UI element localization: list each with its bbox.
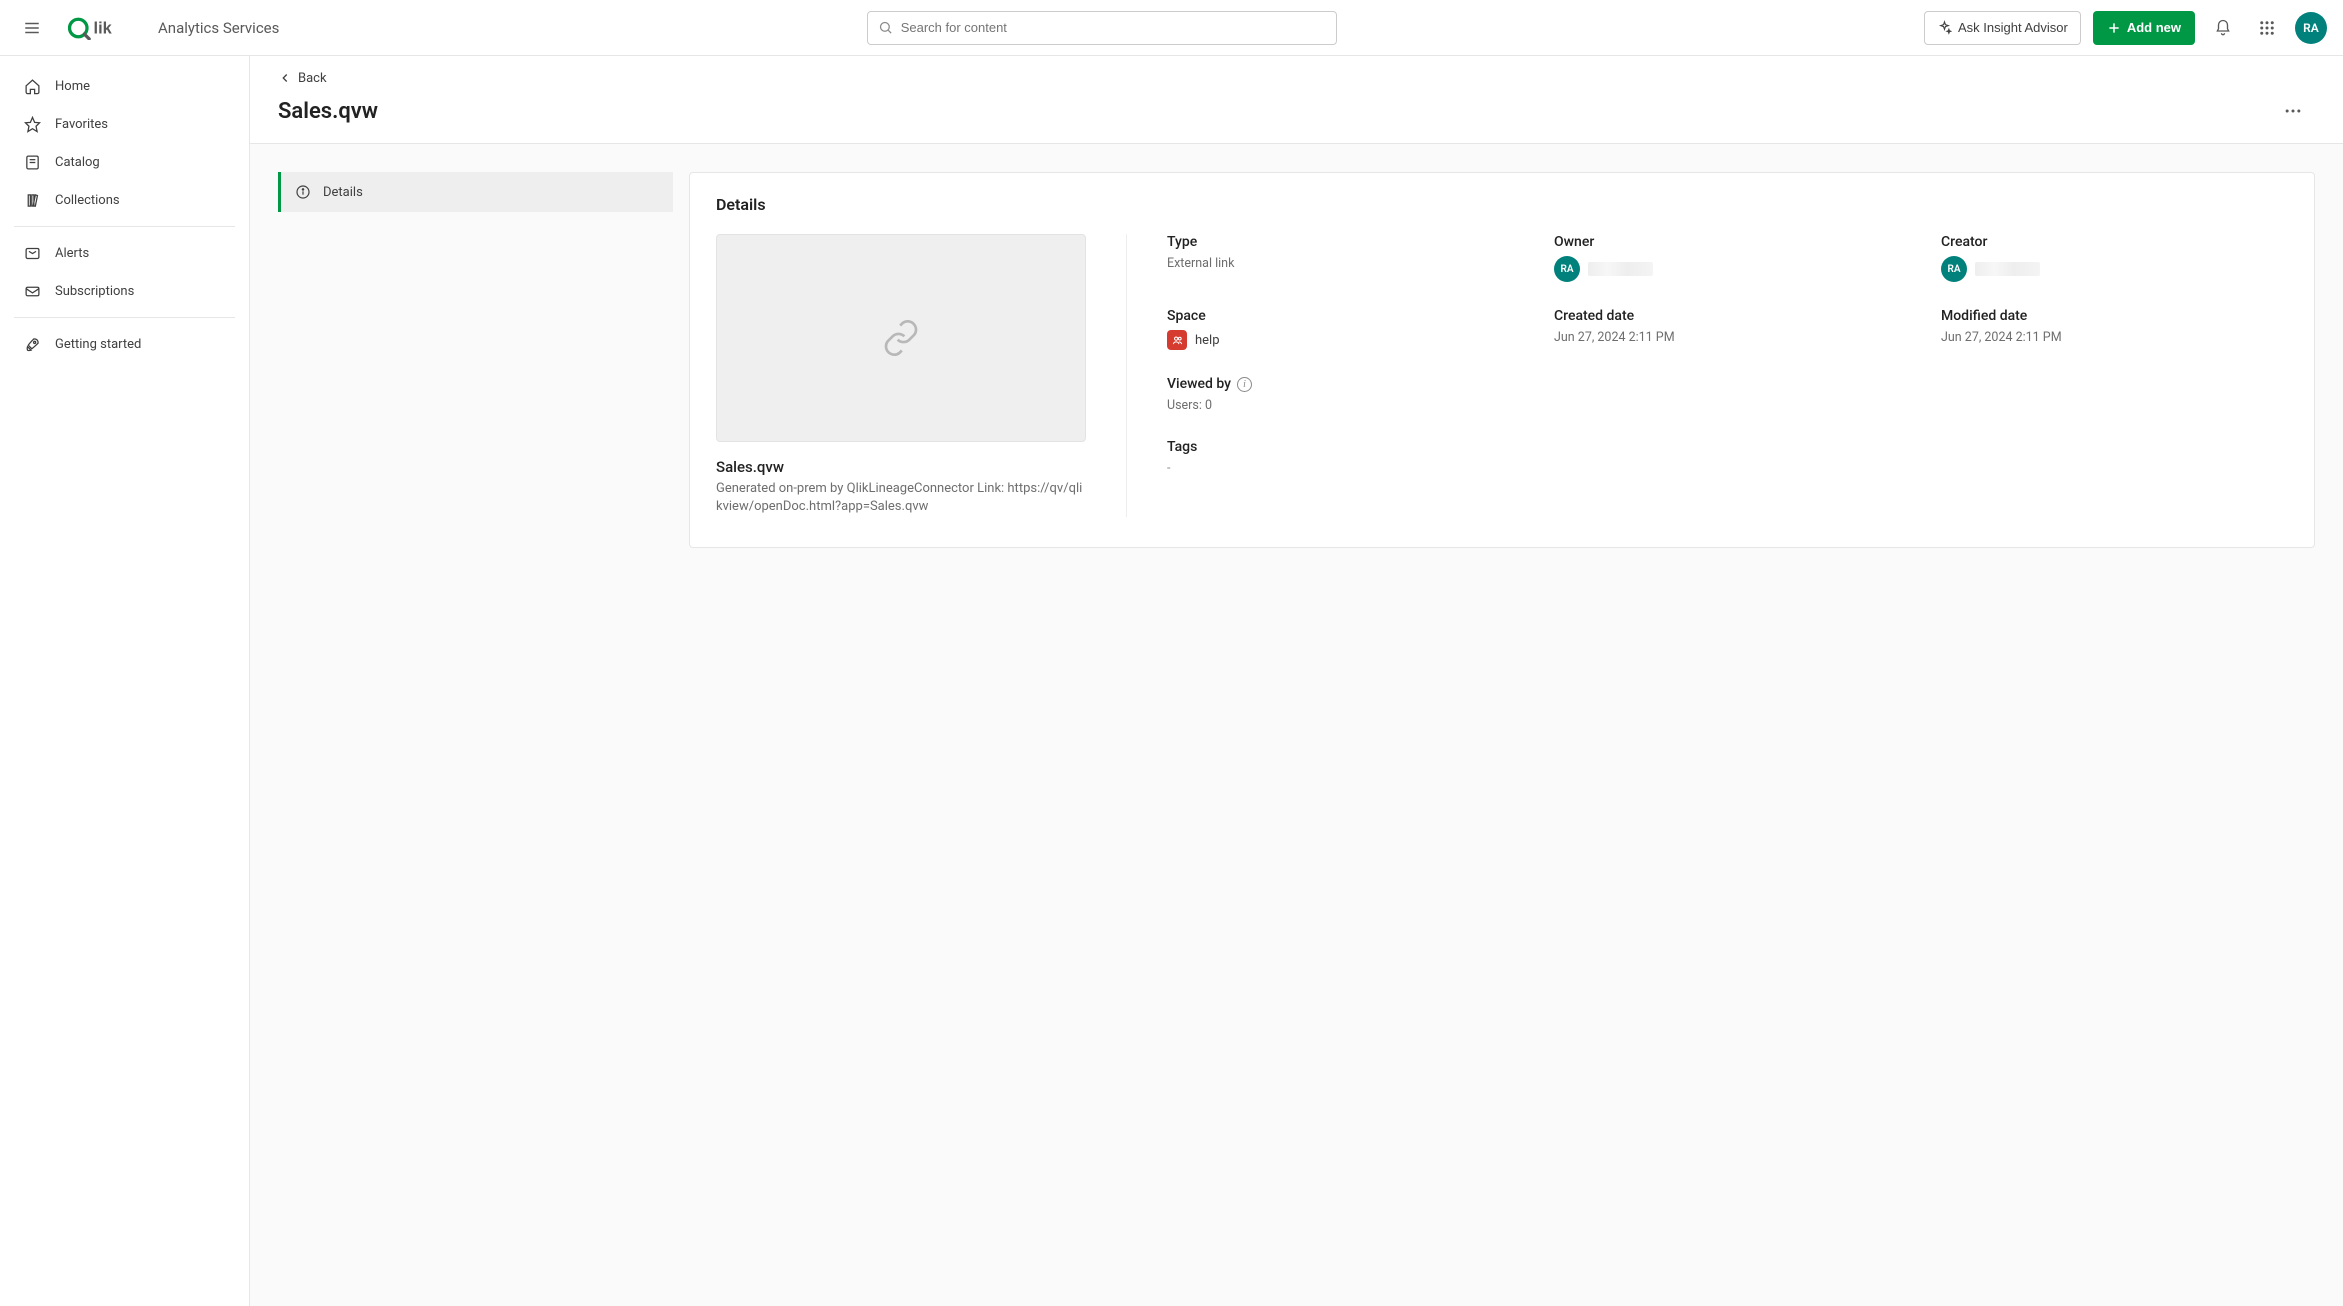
meta-label-owner: Owner <box>1554 234 1901 250</box>
sidebar-item-getting-started[interactable]: Getting started <box>14 326 235 362</box>
space-value: help <box>1195 333 1220 348</box>
link-icon <box>881 318 921 358</box>
sidebar-item-label: Catalog <box>55 155 100 170</box>
sparkle-icon <box>1937 20 1952 35</box>
sidebar-item-subscriptions[interactable]: Subscriptions <box>14 273 235 309</box>
creator-avatar: RA <box>1941 256 1967 282</box>
star-icon <box>24 116 41 133</box>
plus-icon <box>2107 21 2121 35</box>
chevron-left-icon <box>278 71 292 85</box>
file-name: Sales.qvw <box>716 458 1086 476</box>
meta-label-viewed: Viewed by <box>1167 376 1231 392</box>
bell-icon <box>2214 19 2232 37</box>
meta-tags: Tags - <box>1167 439 1514 476</box>
sidebar-separator <box>14 226 235 227</box>
home-icon <box>24 78 41 95</box>
add-new-label: Add new <box>2127 20 2181 35</box>
meta-label-modified: Modified date <box>1941 308 2288 324</box>
qlik-logo[interactable]: lik <box>64 16 134 40</box>
creator-name-redacted <box>1975 262 2040 276</box>
tab-details-label: Details <box>323 185 363 200</box>
left-tabs: Details <box>278 172 673 212</box>
meta-label-tags: Tags <box>1167 439 1514 455</box>
details-heading: Details <box>716 195 2288 214</box>
sidebar-item-label: Favorites <box>55 117 108 132</box>
meta-label-created: Created date <box>1554 308 1901 324</box>
search-wrap[interactable] <box>867 11 1337 45</box>
sidebar: Home Favorites Catalog Collections Alert… <box>0 56 250 1306</box>
meta-label-type: Type <box>1167 234 1514 250</box>
meta-value-modified: Jun 27, 2024 2:11 PM <box>1941 330 2288 345</box>
page-header: Back Sales.qvw <box>250 56 2343 144</box>
add-new-button[interactable]: Add new <box>2093 11 2195 45</box>
meta-created: Created date Jun 27, 2024 2:11 PM <box>1554 308 1901 350</box>
sidebar-item-collections[interactable]: Collections <box>14 182 235 218</box>
ask-insight-button[interactable]: Ask Insight Advisor <box>1924 11 2081 45</box>
meta-label-space: Space <box>1167 308 1514 324</box>
workspace-title: Analytics Services <box>158 19 279 37</box>
search-input[interactable] <box>901 20 1326 35</box>
notifications-button[interactable] <box>2207 12 2239 44</box>
sidebar-item-label: Getting started <box>55 337 141 352</box>
catalog-icon <box>24 154 41 171</box>
sidebar-item-label: Collections <box>55 193 120 208</box>
rocket-icon <box>24 336 41 353</box>
details-card: Details Sales.qvw Generated on-prem by Q… <box>689 172 2315 548</box>
sidebar-item-label: Home <box>55 79 90 94</box>
file-description: Generated on-prem by QlikLineageConnecto… <box>716 480 1086 516</box>
more-actions-button[interactable] <box>2283 95 2315 127</box>
user-avatar[interactable]: RA <box>2295 12 2327 44</box>
sidebar-item-favorites[interactable]: Favorites <box>14 106 235 142</box>
subscriptions-icon <box>24 283 41 300</box>
collections-icon <box>24 192 41 209</box>
space-icon <box>1167 330 1187 350</box>
space-chip[interactable]: help <box>1167 330 1220 350</box>
top-center <box>295 11 1908 45</box>
meta-value-type: External link <box>1167 256 1514 271</box>
alerts-icon <box>24 245 41 262</box>
info-tooltip-icon[interactable]: i <box>1237 377 1252 392</box>
tab-details[interactable]: Details <box>278 172 673 212</box>
topbar: lik Analytics Services Ask Insight Advis… <box>0 0 2343 56</box>
meta-value-tags: - <box>1167 461 1514 476</box>
info-icon <box>295 184 311 200</box>
ask-insight-label: Ask Insight Advisor <box>1958 20 2068 35</box>
meta-modified: Modified date Jun 27, 2024 2:11 PM <box>1941 308 2288 350</box>
owner-name-redacted <box>1588 262 1653 276</box>
more-horizontal-icon <box>2283 101 2303 121</box>
meta-value-viewed: Users: 0 <box>1167 398 1514 413</box>
main: Back Sales.qvw Details Details <box>250 56 2343 1306</box>
thumbnail <box>716 234 1086 442</box>
top-right: Ask Insight Advisor Add new RA <box>1924 11 2327 45</box>
owner-avatar: RA <box>1554 256 1580 282</box>
page-title: Sales.qvw <box>278 99 378 124</box>
sidebar-item-label: Alerts <box>55 246 89 261</box>
hamburger-icon <box>23 19 41 37</box>
back-link[interactable]: Back <box>278 71 327 86</box>
app-launcher-button[interactable] <box>2251 12 2283 44</box>
meta-label-creator: Creator <box>1941 234 2288 250</box>
apps-grid-icon <box>2258 19 2276 37</box>
meta-column: Type External link Owner RA <box>1126 234 2288 517</box>
qlik-logo-icon: lik <box>64 16 134 40</box>
sidebar-item-catalog[interactable]: Catalog <box>14 144 235 180</box>
back-label: Back <box>298 71 327 86</box>
meta-value-created: Jun 27, 2024 2:11 PM <box>1554 330 1901 345</box>
meta-space: Space help <box>1167 308 1514 350</box>
meta-owner: Owner RA <box>1554 234 1901 282</box>
body: Home Favorites Catalog Collections Alert… <box>0 56 2343 1306</box>
svg-text:lik: lik <box>94 19 113 37</box>
search-icon <box>878 20 893 35</box>
meta-type: Type External link <box>1167 234 1514 282</box>
sidebar-item-home[interactable]: Home <box>14 68 235 104</box>
thumb-column: Sales.qvw Generated on-prem by QlikLinea… <box>716 234 1086 517</box>
meta-viewed: Viewed by i Users: 0 <box>1167 376 1514 413</box>
meta-creator: Creator RA <box>1941 234 2288 282</box>
hamburger-button[interactable] <box>16 12 48 44</box>
sidebar-item-label: Subscriptions <box>55 284 134 299</box>
sidebar-separator <box>14 317 235 318</box>
content-row: Details Details Sales.qvw <box>250 144 2343 576</box>
sidebar-item-alerts[interactable]: Alerts <box>14 235 235 271</box>
